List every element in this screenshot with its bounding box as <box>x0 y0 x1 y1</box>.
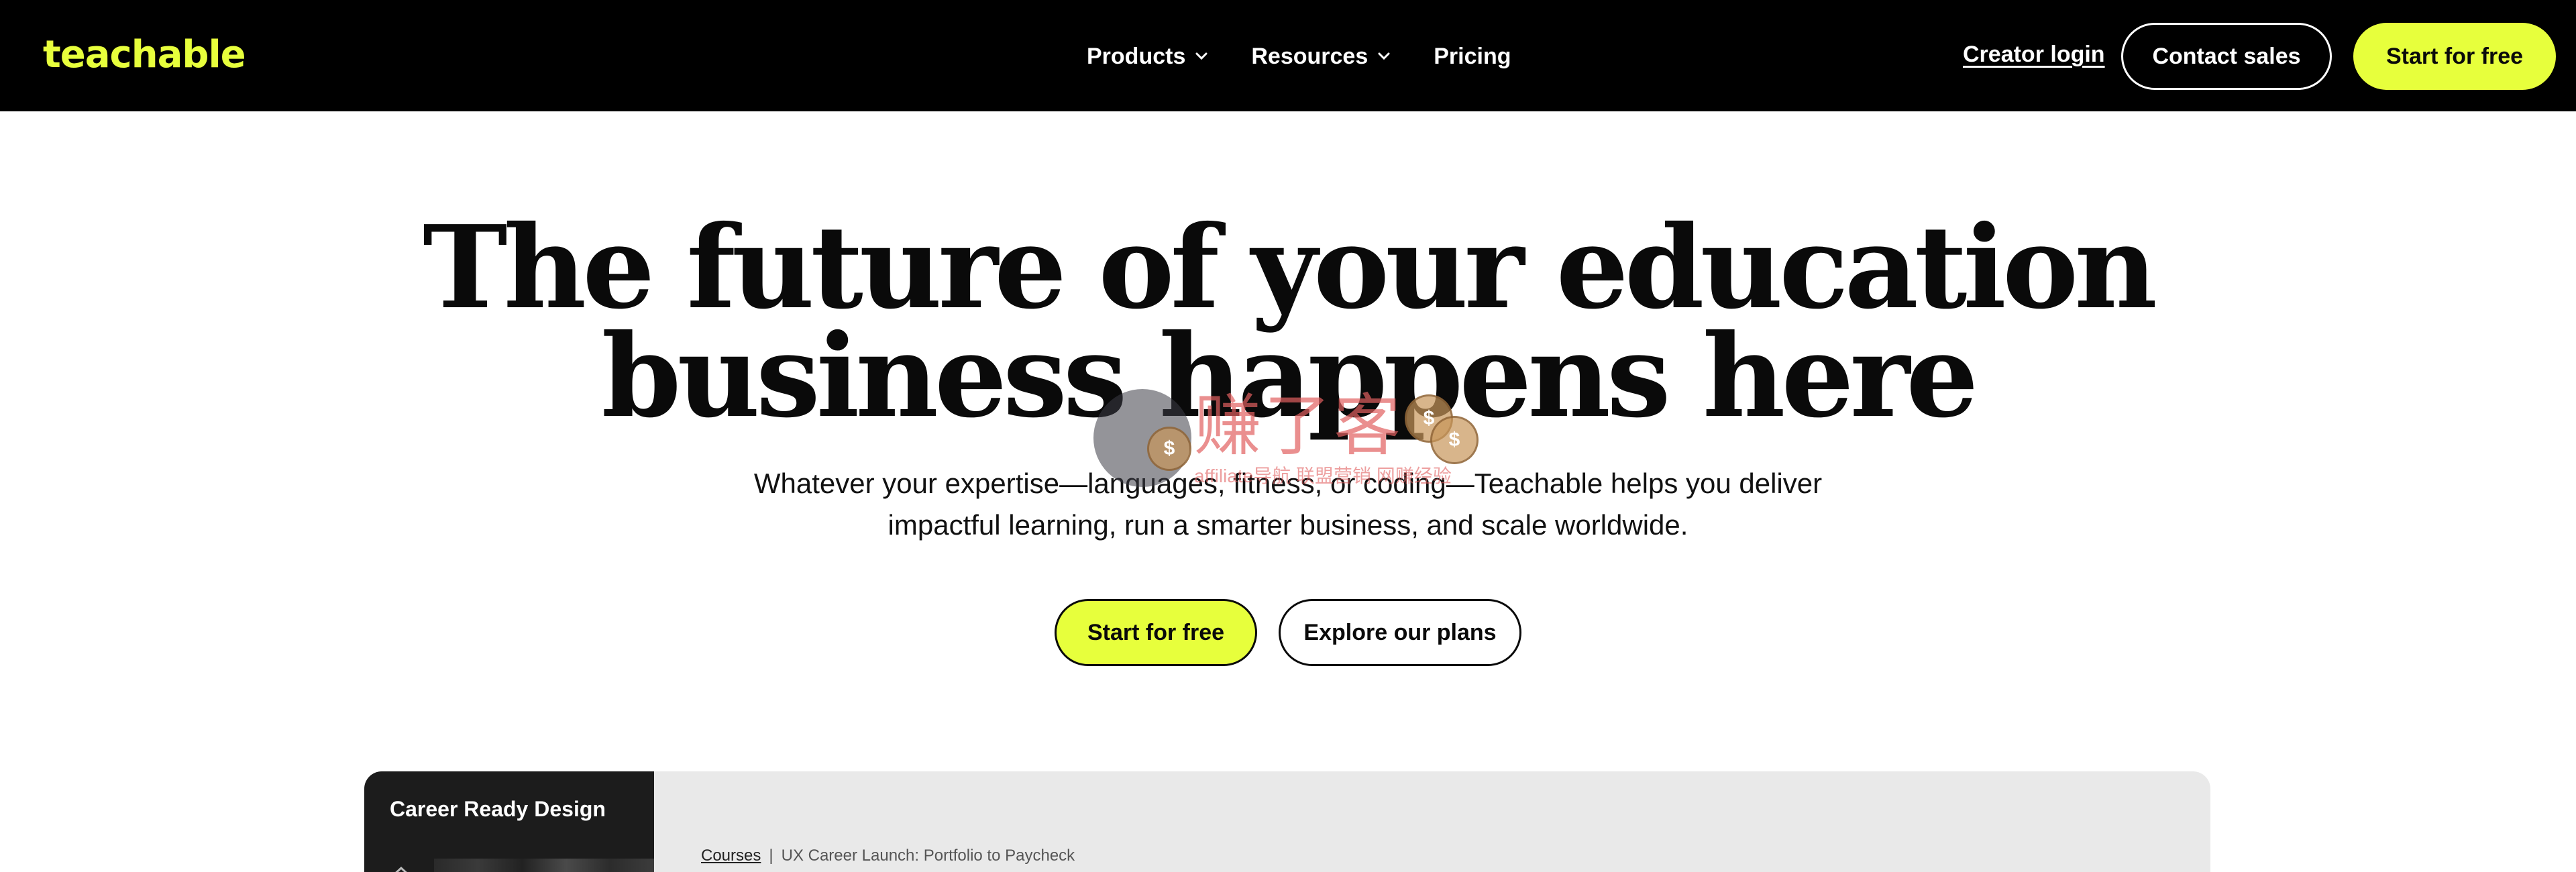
top-nav-bar: teachable Products Resources Pricing Cre… <box>0 0 2576 111</box>
hero-subtitle-line-2: impactful learning, run a smarter busine… <box>888 509 1688 541</box>
start-free-nav-button[interactable]: Start for free <box>2353 23 2556 90</box>
contact-sales-button[interactable]: Contact sales <box>2121 23 2332 90</box>
app-preview: Career Ready Design Courses | UX Career … <box>364 771 2210 872</box>
explore-plans-button[interactable]: Explore our plans <box>1279 599 1521 666</box>
hero-start-free-button[interactable]: Start for free <box>1055 599 1257 666</box>
hero-subtitle-line-1: Whatever your expertise—languages, fitne… <box>753 468 1823 499</box>
main-nav: Products Resources Pricing <box>1087 39 1511 74</box>
breadcrumb: Courses | UX Career Launch: Portfolio to… <box>701 847 1075 865</box>
nav-item-pricing[interactable]: Pricing <box>1434 44 1511 70</box>
nav-item-products[interactable]: Products <box>1087 44 1208 70</box>
hero-title-line-2: business happens here <box>601 309 1979 443</box>
nav-item-label: Resources <box>1251 43 1368 69</box>
thumbnail-images <box>434 859 654 872</box>
preview-course-title: Career Ready Design <box>390 797 606 821</box>
chevron-down-icon <box>1378 52 1390 60</box>
breadcrumb-separator: | <box>769 847 773 865</box>
hero-subtitle: Whatever your expertise—languages, fitne… <box>671 463 1905 546</box>
nav-item-label: Products <box>1087 43 1186 69</box>
home-icon[interactable] <box>390 865 413 872</box>
nav-item-resources[interactable]: Resources <box>1251 44 1391 70</box>
creator-login-link[interactable]: Creator login <box>1963 42 2105 68</box>
breadcrumb-current: UX Career Launch: Portfolio to Paycheck <box>781 847 1075 865</box>
preview-sidebar: Career Ready Design <box>364 771 654 872</box>
hero-title: The future of your education business ha… <box>0 201 2576 443</box>
nav-item-label: Pricing <box>1434 43 1511 69</box>
preview-thumbnail-strip <box>364 855 654 872</box>
hero-title-line-1: The future of your education <box>423 201 2157 335</box>
teachable-logo[interactable]: teachable <box>43 35 246 75</box>
breadcrumb-courses-link[interactable]: Courses <box>701 847 761 865</box>
chevron-down-icon <box>1195 52 1208 60</box>
